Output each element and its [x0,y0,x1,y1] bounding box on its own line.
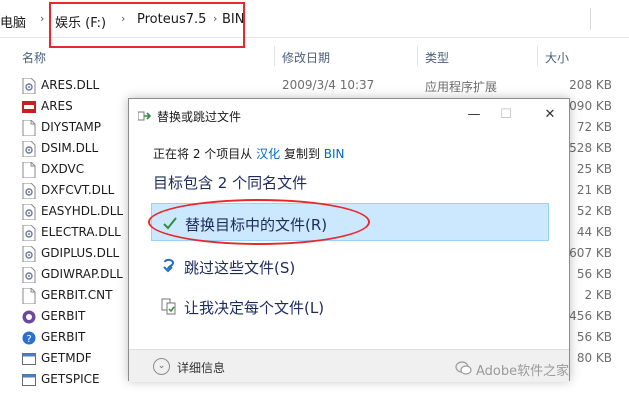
file-icon [22,161,36,179]
file-name: DSIM.DLL [41,141,99,155]
dll-file-icon [22,245,36,263]
source-folder-link[interactable]: 汉化 [256,147,280,161]
file-size: 21 KB [576,183,612,197]
file-size: 25 KB [576,162,612,176]
file-name: ARES [41,99,73,113]
file-size: 56 KB [576,267,612,281]
more-details-toggle[interactable]: 详细信息 [177,359,225,376]
svg-text:?: ? [26,334,31,345]
app-icon [22,351,36,367]
file-icon [22,287,36,305]
dll-file-icon [22,77,36,95]
file-size: 44 KB [576,225,612,239]
file-name: GERBIT.CNT [41,288,113,302]
file-size: 52 KB [576,204,612,218]
file-row[interactable]: ARES.DLL 2009/3/4 10:37 应用程序扩展 208 KB [0,75,629,96]
file-name: GDIPLUS.DLL [41,246,120,260]
help-file-icon: ? [22,330,36,346]
dll-file-icon [22,182,36,200]
file-size: 607 KB [569,246,612,260]
dialog-titlebar[interactable]: 替换或跳过文件 — ☐ ✕ [129,99,569,131]
watermark-text: Adobe软件之家 [476,364,570,379]
dll-file-icon [22,140,36,158]
file-name: GETSPICE [41,372,100,386]
decide-each-option[interactable]: 让我决定每个文件(L) [151,287,549,325]
dialog-title: 替换或跳过文件 [157,110,242,124]
file-icon [22,119,36,137]
file-size: 56 KB [576,330,612,344]
file-type: 应用程序扩展 [425,80,498,94]
dll-file-icon [22,266,36,284]
chevron-down-icon[interactable]: ⌄ [153,358,170,375]
column-header: 名称 修改日期 类型 大小 [0,44,629,68]
file-name: ELECTRA.DLL [41,225,121,239]
file-size: 528 KB [569,141,612,155]
file-date: 2009/3/4 10:37 [282,78,375,92]
skip-arrow-icon [163,258,175,273]
file-size: 80 KB [576,351,612,365]
file-name: ARES.DLL [41,78,100,92]
breadcrumb-this-pc[interactable]: 电脑 [0,12,26,31]
minimize-button[interactable]: — [459,103,489,127]
file-name: GETMDF [41,351,92,365]
maximize-button[interactable]: ☐ [491,103,521,127]
file-name: DXFCVT.DLL [41,183,115,197]
file-name: DIYSTAMP [41,120,101,134]
replace-option-highlight [148,199,370,245]
file-name: DXDVC [41,162,85,176]
copy-transfer-icon [138,111,152,121]
file-name: GERBIT [41,309,86,323]
file-name: GDIWRAP.DLL [41,267,123,281]
file-size: 208 KB [569,78,612,92]
file-name: EASYHDL.DLL [41,204,124,218]
address-dropdown[interactable] [590,8,629,30]
ares-app-icon [22,99,36,115]
file-size: 72 KB [576,120,612,134]
file-size: 456 KB [569,309,612,323]
file-name: GERBIT [41,330,86,344]
conflict-message: 目标包含 2 个同名文件 [153,174,308,192]
decide-each-label: 让我决定每个文件(L) [184,299,325,317]
skip-files-option[interactable]: 跳过这些文件(S) [151,247,549,285]
gerbit-app-icon [22,309,36,325]
skip-files-label: 跳过这些文件(S) [184,259,296,277]
dest-folder-link[interactable]: BIN [324,147,345,161]
column-type[interactable]: 类型 [425,49,449,66]
close-button[interactable]: ✕ [535,103,565,127]
file-size: 2 KB [584,288,612,302]
chevron-right-icon[interactable]: › [40,12,44,25]
file-size: 090 KB [569,99,612,113]
column-name[interactable]: 名称 [22,49,46,66]
wechat-icon [455,361,472,375]
copy-status: 正在将 2 个项目从 汉化 复制到 BIN [153,145,345,162]
copy-status-prefix: 正在将 2 个项目从 [153,147,253,161]
column-date[interactable]: 修改日期 [282,49,330,66]
dll-file-icon [22,203,36,221]
address-highlight-box [49,2,245,48]
dll-file-icon [22,224,36,242]
app-icon [22,372,36,388]
compare-files-icon [161,298,176,315]
copy-status-mid: 复制到 [283,147,320,161]
column-size[interactable]: 大小 [545,49,569,66]
